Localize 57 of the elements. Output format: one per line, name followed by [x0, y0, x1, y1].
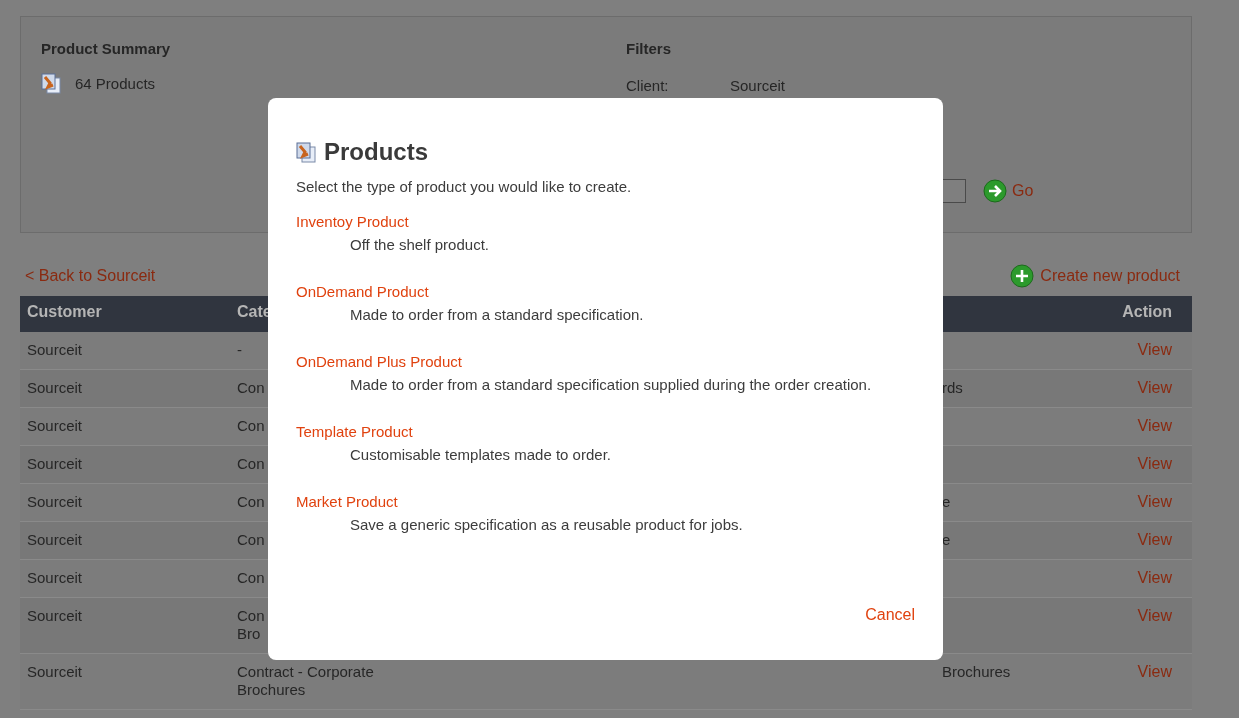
- product-type-description: Made to order from a standard specification.: [349, 306, 645, 323]
- section-title: Filters: [626, 40, 672, 57]
- product-type-link[interactable]: Market Product: [296, 493, 398, 510]
- section-title: Product Summary: [41, 40, 172, 57]
- table-cell: Con: [237, 531, 265, 549]
- view-link[interactable]: View: [1137, 341, 1172, 358]
- back-link[interactable]: < Back to Sourceit: [25, 267, 156, 285]
- dialog-title: Products: [324, 138, 428, 166]
- product-type-link[interactable]: OnDemand Product: [296, 283, 429, 300]
- view-link[interactable]: View: [1137, 531, 1172, 548]
- filter-value: Sourceit: [730, 77, 786, 94]
- filter-label: Client:: [626, 77, 670, 94]
- product-type-description: Customisable templates made to order.: [349, 446, 612, 463]
- table-cell-text: Sourceit: [26, 662, 84, 682]
- table-cell-text: Sourceit: [26, 492, 84, 512]
- column-header: Customer: [26, 302, 103, 322]
- view-link[interactable]: View: [1137, 663, 1172, 680]
- view-link[interactable]: View: [1137, 607, 1172, 624]
- go-link[interactable]: Go: [983, 179, 1034, 203]
- table-cell-text: Sourceit: [26, 416, 84, 436]
- column-header: Action: [1121, 302, 1173, 322]
- view-link[interactable]: View: [1137, 569, 1172, 586]
- table-cell-text: Sourceit: [26, 606, 84, 626]
- table-cell-text: Sourceit: [26, 378, 84, 398]
- cancel-link[interactable]: Cancel: [865, 606, 915, 624]
- view-link[interactable]: View: [1137, 417, 1172, 434]
- table-cell: -: [237, 341, 242, 359]
- table-cell: Con Bro: [237, 607, 265, 643]
- table-cell: rds: [942, 379, 963, 397]
- table-cell: Brochures: [942, 663, 1011, 681]
- create-product-link[interactable]: Create new product: [1010, 264, 1180, 288]
- product-count: 64 Products: [75, 75, 156, 92]
- plus-icon: [1010, 264, 1035, 288]
- table-cell: Contract - Corporate Brochures: [237, 663, 374, 699]
- view-link[interactable]: View: [1137, 493, 1172, 510]
- table-cell: Con: [237, 417, 265, 435]
- view-link[interactable]: View: [1137, 455, 1172, 472]
- dialog-text: Select the type of product you would like to create.: [296, 178, 633, 195]
- table-cell: Con: [237, 379, 265, 397]
- product-type-link[interactable]: OnDemand Plus Product: [296, 353, 462, 370]
- table-cell-text: Sourceit: [26, 340, 84, 360]
- table-cell-text: Sourceit: [26, 454, 84, 474]
- table-cell: Con: [237, 493, 265, 511]
- product-icon: [296, 141, 316, 163]
- table-cell-text: Sourceit: [26, 568, 84, 588]
- table-cell: Con: [237, 569, 265, 587]
- view-link[interactable]: View: [1137, 379, 1172, 396]
- table-cell-text: Sourceit: [26, 530, 84, 550]
- table-cell: Con: [237, 455, 265, 473]
- product-type-description: Made to order from a standard specification supplied during the order creation.: [349, 376, 873, 393]
- table-cell: e: [942, 531, 951, 549]
- product-icon: [41, 73, 61, 94]
- table-cell: e: [942, 493, 951, 511]
- product-type-link[interactable]: Template Product: [296, 423, 413, 440]
- product-type-description: Save a generic specification as a reusable product for jobs.: [349, 516, 744, 533]
- product-type-link[interactable]: Inventoy Product: [296, 213, 409, 230]
- product-type-description: Off the shelf product.: [349, 236, 490, 253]
